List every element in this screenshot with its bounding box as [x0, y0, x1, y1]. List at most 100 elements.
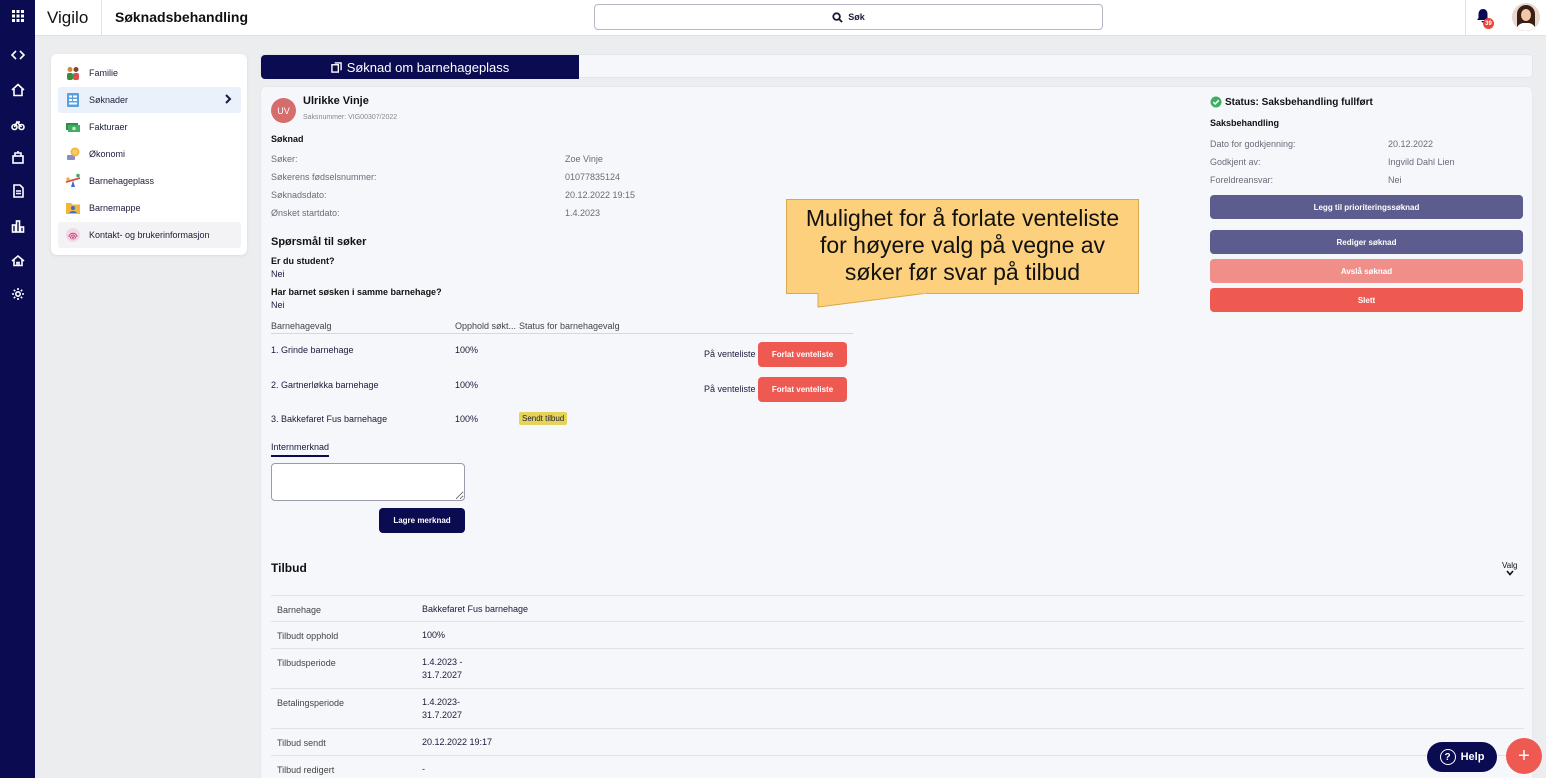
field-value: Nei — [1388, 175, 1402, 185]
help-label: Help — [1460, 751, 1485, 763]
offer-row: Tilbud sendt 20.12.2022 19:17 — [271, 728, 1524, 755]
chevron-down-icon — [1506, 570, 1514, 576]
offer-heading: Tilbud — [271, 561, 307, 575]
invoice-money-icon — [65, 119, 81, 135]
add-fab-button[interactable]: + — [1506, 738, 1542, 774]
choice-status: På venteliste — [704, 384, 756, 394]
choice-name: 2. Gartnerløkka barnehage — [271, 380, 379, 390]
internal-note-input[interactable] — [271, 463, 465, 501]
menu-item-label: Søknader — [89, 95, 129, 105]
search-input[interactable]: Søk — [594, 4, 1103, 30]
field-value: Ingvild Dahl Lien — [1388, 157, 1455, 167]
application-detail-card: UV Ulrikke Vinje Saksnummer: VIG00307/20… — [260, 86, 1533, 778]
family-menu: Familie Søknader Fakturaer Økonomi Barne… — [51, 54, 247, 255]
settings-gear-icon[interactable] — [0, 284, 35, 304]
header-tab-bar: Søknad om barnehageplass — [260, 54, 1533, 79]
tab-label: Søknad om barnehageplass — [346, 59, 510, 75]
menu-item-fakturaer[interactable]: Fakturaer — [58, 114, 241, 140]
menu-item-kontakt[interactable]: Kontakt- og brukerinformasjon — [58, 222, 241, 248]
offer-row-value: - — [422, 764, 425, 774]
brand-logo[interactable]: Vigilo — [47, 8, 88, 28]
left-rail — [0, 0, 35, 778]
page-title: Søknadsbehandling — [115, 9, 249, 25]
offer-row-label: Betalingsperiode — [277, 698, 345, 708]
question: Er du student? — [271, 256, 335, 266]
building-icon[interactable] — [0, 250, 35, 270]
edit-application-button[interactable]: Rediger søknad — [1210, 230, 1523, 254]
field-label: Godkjent av: — [1210, 157, 1261, 167]
offer-row-value: 31.7.2027 — [422, 670, 463, 680]
tab-soknad-om-barnehageplass[interactable]: Søknad om barnehageplass — [261, 55, 579, 79]
notification-count-badge: 39 — [1483, 18, 1494, 29]
document-icon[interactable] — [0, 181, 35, 201]
save-note-button[interactable]: Lagre merknad — [379, 508, 465, 533]
field-label: Søkerens fødselsnummer: — [271, 172, 377, 182]
check-circle-icon — [1210, 96, 1222, 108]
choice-stay: 100% — [455, 380, 479, 390]
activity-icon[interactable] — [0, 114, 35, 134]
search-icon — [832, 11, 843, 23]
offer-row: Barnehage Bakkefaret Fus barnehage — [271, 595, 1524, 621]
offer-row-value: 1.4.2023- — [422, 697, 461, 707]
offer-row-label: Tilbudsperiode — [277, 658, 336, 668]
menu-item-label: Kontakt- og brukerinformasjon — [89, 230, 210, 240]
options-label: Valg — [1502, 561, 1518, 570]
menu-item-barnehageplass[interactable]: Barnehageplass — [58, 168, 241, 194]
questions-heading: Spørsmål til søker — [271, 236, 367, 248]
column-header: Opphold søkt... — [455, 321, 517, 331]
offer-row: Tilbudt opphold 100% — [271, 621, 1524, 648]
statistics-icon[interactable] — [0, 216, 35, 236]
menu-item-soknader[interactable]: Søknader — [58, 87, 241, 113]
leave-waitlist-button[interactable]: Forlat venteliste — [758, 377, 847, 402]
internal-note-label: Internmerknad — [271, 442, 330, 457]
answer: Nei — [271, 300, 285, 310]
offer-row-value: Bakkefaret Fus barnehage — [422, 604, 529, 614]
help-button[interactable]: ? Help — [1427, 742, 1497, 772]
choice-name: 1. Grinde barnehage — [271, 345, 354, 355]
reject-application-button[interactable]: Avslå søknad — [1210, 259, 1523, 283]
coins-icon — [65, 146, 81, 162]
callout-line: for høyere valg på vegne av — [819, 232, 1106, 258]
callout-line: Mulighet for å forlate venteliste — [805, 205, 1120, 231]
field-label: Ønsket startdato: — [271, 208, 340, 218]
home-icon[interactable] — [0, 80, 35, 100]
case-number: Saksnummer: VIG00307/2022 — [303, 114, 398, 121]
divider — [101, 0, 102, 36]
choice-name: 3. Bakkefaret Fus barnehage — [271, 414, 388, 424]
menu-item-familie[interactable]: Familie — [58, 60, 241, 86]
question-icon: ? — [1439, 749, 1456, 765]
applicant-avatar: UV — [271, 98, 296, 123]
top-bar: Vigilo Søknadsbehandling Søk 39 — [35, 0, 1546, 36]
add-priority-application-button[interactable]: Legg til prioriteringssøknad — [1210, 195, 1523, 219]
offer-row: Tilbud redigert - — [271, 755, 1524, 778]
offer-options-menu[interactable]: Valg — [1502, 561, 1517, 576]
field-value: 01077835124 — [565, 172, 621, 182]
question: Har barnet søsken i samme barnehage? — [271, 287, 442, 297]
field-label: Dato for godkjenning: — [1210, 139, 1296, 149]
column-header: Status for barnehagevalg — [519, 321, 620, 331]
child-folder-icon — [65, 200, 81, 216]
kindergarten-icon[interactable] — [0, 147, 35, 167]
field-value: 20.12.2022 19:15 — [565, 190, 636, 200]
offer-row-label: Tilbudt opphold — [277, 631, 339, 641]
leave-waitlist-button[interactable]: Forlat venteliste — [758, 342, 847, 367]
offer-row-value: 20.12.2022 19:17 — [422, 737, 493, 747]
menu-item-label: Familie — [89, 68, 119, 78]
offer-row-label: Tilbud sendt — [277, 738, 326, 748]
field-label: Foreldreansvar: — [1210, 175, 1274, 185]
menu-item-label: Barnehageplass — [89, 176, 155, 186]
field-label: Søknadsdato: — [271, 190, 327, 200]
callout-tail — [817, 292, 929, 308]
family-icon — [65, 65, 81, 81]
apps-grid-icon[interactable] — [0, 6, 35, 26]
field-value: Zoe Vinje — [565, 154, 603, 164]
field-value: 20.12.2022 — [1388, 139, 1434, 149]
menu-item-barnemappe[interactable]: Barnemappe — [58, 195, 241, 221]
choice-stay: 100% — [455, 345, 479, 355]
delete-button[interactable]: Slett — [1210, 288, 1523, 312]
user-avatar[interactable] — [1512, 3, 1540, 31]
offer-row-value: 1.4.2023 - — [422, 657, 463, 667]
menu-item-okonomi[interactable]: Økonomi — [58, 141, 241, 167]
menu-item-label: Fakturaer — [89, 122, 128, 132]
expand-collapse-icon[interactable] — [0, 45, 35, 65]
